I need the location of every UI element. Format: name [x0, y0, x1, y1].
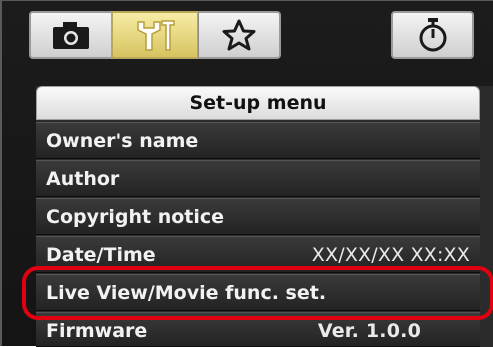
menu-item-label: Owner's name	[46, 130, 199, 152]
menu-item-label: Author	[46, 168, 120, 190]
menu-item-label: Firmware	[46, 320, 148, 342]
timer-icon	[416, 17, 450, 53]
tab-bar	[2, 1, 493, 81]
menu-item-author[interactable]: Author	[36, 160, 480, 197]
tab-timer[interactable]	[391, 11, 474, 59]
menu-item-owners-name[interactable]: Owner's name	[36, 122, 480, 159]
menu-title: Set-up menu	[36, 86, 480, 120]
menu-item-label: Copyright notice	[46, 206, 225, 228]
firmware-version-value: Ver. 1.0.0	[317, 320, 421, 342]
menu-item-date-time[interactable]: Date/Time XX/XX/XX XX:XX	[36, 236, 480, 273]
menu-item-label: Live View/Movie func. set.	[46, 282, 327, 304]
camera-settings-panel: Set-up menu Owner's name Author Copyrigh…	[0, 0, 493, 347]
tab-my-menu[interactable]	[198, 11, 281, 59]
setup-tools-icon	[132, 18, 178, 52]
date-time-value: XX/XX/XX XX:XX	[311, 244, 470, 266]
menu-item-live-view-movie[interactable]: Live View/Movie func. set.	[36, 274, 480, 311]
tab-shooting[interactable]	[29, 11, 112, 59]
tab-setup[interactable]	[111, 11, 199, 59]
star-icon	[220, 18, 258, 52]
menu-item-firmware[interactable]: Firmware Ver. 1.0.0	[36, 312, 480, 347]
menu-item-copyright-notice[interactable]: Copyright notice	[36, 198, 480, 235]
setup-menu: Set-up menu Owner's name Author Copyrigh…	[36, 86, 493, 347]
menu-item-label: Date/Time	[46, 244, 156, 266]
camera-icon	[51, 20, 91, 50]
